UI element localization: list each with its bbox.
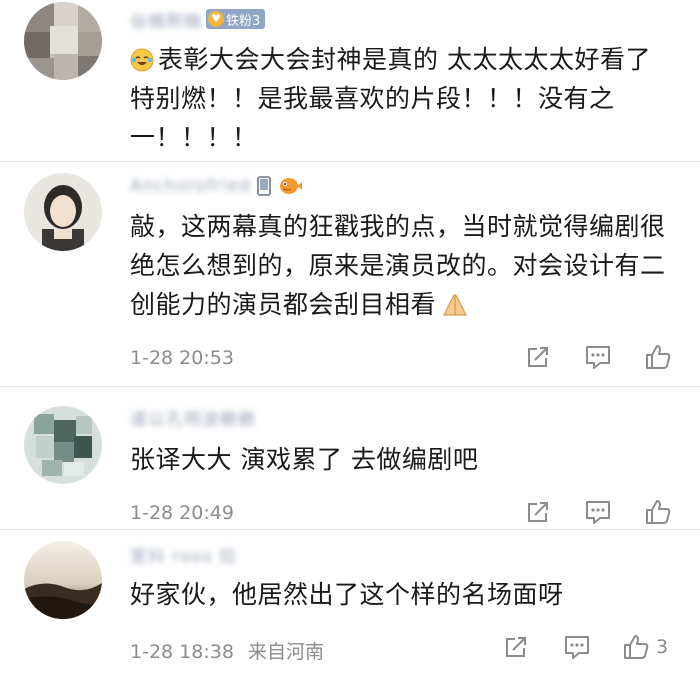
username-text[interactable]: Anchorofried (130, 176, 251, 196)
repost-button[interactable] (525, 499, 551, 525)
repost-icon (528, 347, 548, 367)
avatar[interactable] (24, 2, 102, 80)
repost-icon (528, 502, 548, 522)
username-text[interactable]: 室抖 roos 拉 (130, 542, 237, 567)
avatar[interactable] (24, 406, 102, 484)
username-text[interactable]: 谷楠荆楠 (130, 7, 202, 32)
reply-button[interactable] (584, 344, 612, 370)
comment-item: Anchorofried 敲，这两幕真的狂戳我的点，当时就觉得编剧很绝怎么想到的… (0, 163, 700, 387)
comment-icon (586, 346, 610, 369)
comment-body: 表彰大会大会封神是真的 太太太太太好看了 特别燃！！是我最喜欢的片段！！！没有之… (130, 45, 651, 152)
comment-time: 1-28 20:49 (130, 502, 234, 524)
like-count: 3 (656, 636, 669, 658)
comment-text: 好家伙，他居然出了这个样的名场面呀 (130, 575, 670, 614)
username-text[interactable]: 道以孔明波赖赖 (130, 405, 256, 430)
comment-body: 张译大大 演戏累了 去做编剧吧 (130, 445, 479, 474)
comment-text: 张译大大 演戏累了 去做编剧吧 (130, 440, 670, 479)
thumbs-up-icon (646, 500, 671, 524)
phone-icon (255, 176, 273, 196)
username[interactable]: 道以孔明波赖赖 (130, 405, 256, 430)
repost-button[interactable] (525, 344, 551, 370)
like-button[interactable] (644, 343, 672, 371)
like-button[interactable]: 3 (622, 633, 668, 661)
reply-button[interactable] (584, 499, 612, 525)
thumbs-up-icon (624, 635, 649, 659)
avatar[interactable] (24, 541, 102, 619)
comment-item: 谷楠荆楠 ♥ 铁粉3 表彰大会大会封神是真的 太太太太太好看了 特别燃！！是我最… (0, 0, 700, 162)
pufferfish-icon (277, 175, 303, 197)
username[interactable]: 谷楠荆楠 ♥ 铁粉3 (130, 7, 266, 32)
comment-time: 1-28 20:53 (130, 347, 234, 369)
comment-meta: 1-28 18:38 来自河南 (130, 637, 324, 664)
repost-icon (506, 637, 526, 657)
reply-button[interactable] (563, 634, 591, 660)
comment-text: 表彰大会大会封神是真的 太太太太太好看了 特别燃！！是我最喜欢的片段！！！没有之… (130, 40, 670, 157)
repost-button[interactable] (503, 634, 529, 660)
comment-body: 敲，这两幕真的狂戳我的点，当时就觉得编剧很绝怎么想到的，原来是演员改的。对会设计… (130, 212, 666, 319)
fan-badge[interactable]: ♥ 铁粉3 (206, 9, 266, 29)
comment-icon (565, 636, 589, 659)
comment-body: 好家伙，他居然出了这个样的名场面呀 (130, 580, 564, 609)
laughing-crying-emoji-icon (130, 48, 154, 72)
comment-time: 1-28 18:38 (130, 641, 234, 663)
like-button[interactable] (644, 498, 672, 526)
comment-item: 道以孔明波赖赖 张译大大 演戏累了 去做编剧吧 1-28 20:49 (0, 388, 700, 530)
comment-icon (586, 501, 610, 524)
fan-badge-label: 铁粉3 (226, 13, 261, 29)
comment-item: 室抖 roos 拉 好家伙，他居然出了这个样的名场面呀 1-28 18:38 来… (0, 531, 700, 676)
comment-text: 敲，这两幕真的狂戳我的点，当时就觉得编剧很绝怎么想到的，原来是演员改的。对会设计… (130, 207, 670, 324)
comment-location: 来自河南 (247, 641, 324, 663)
folded-hands-icon (440, 291, 470, 317)
thumbs-up-icon (646, 345, 671, 369)
heart-badge-icon: ♥ (208, 11, 224, 27)
username[interactable]: Anchorofried (130, 175, 303, 197)
username[interactable]: 室抖 roos 拉 (130, 542, 237, 567)
avatar[interactable] (24, 173, 102, 251)
